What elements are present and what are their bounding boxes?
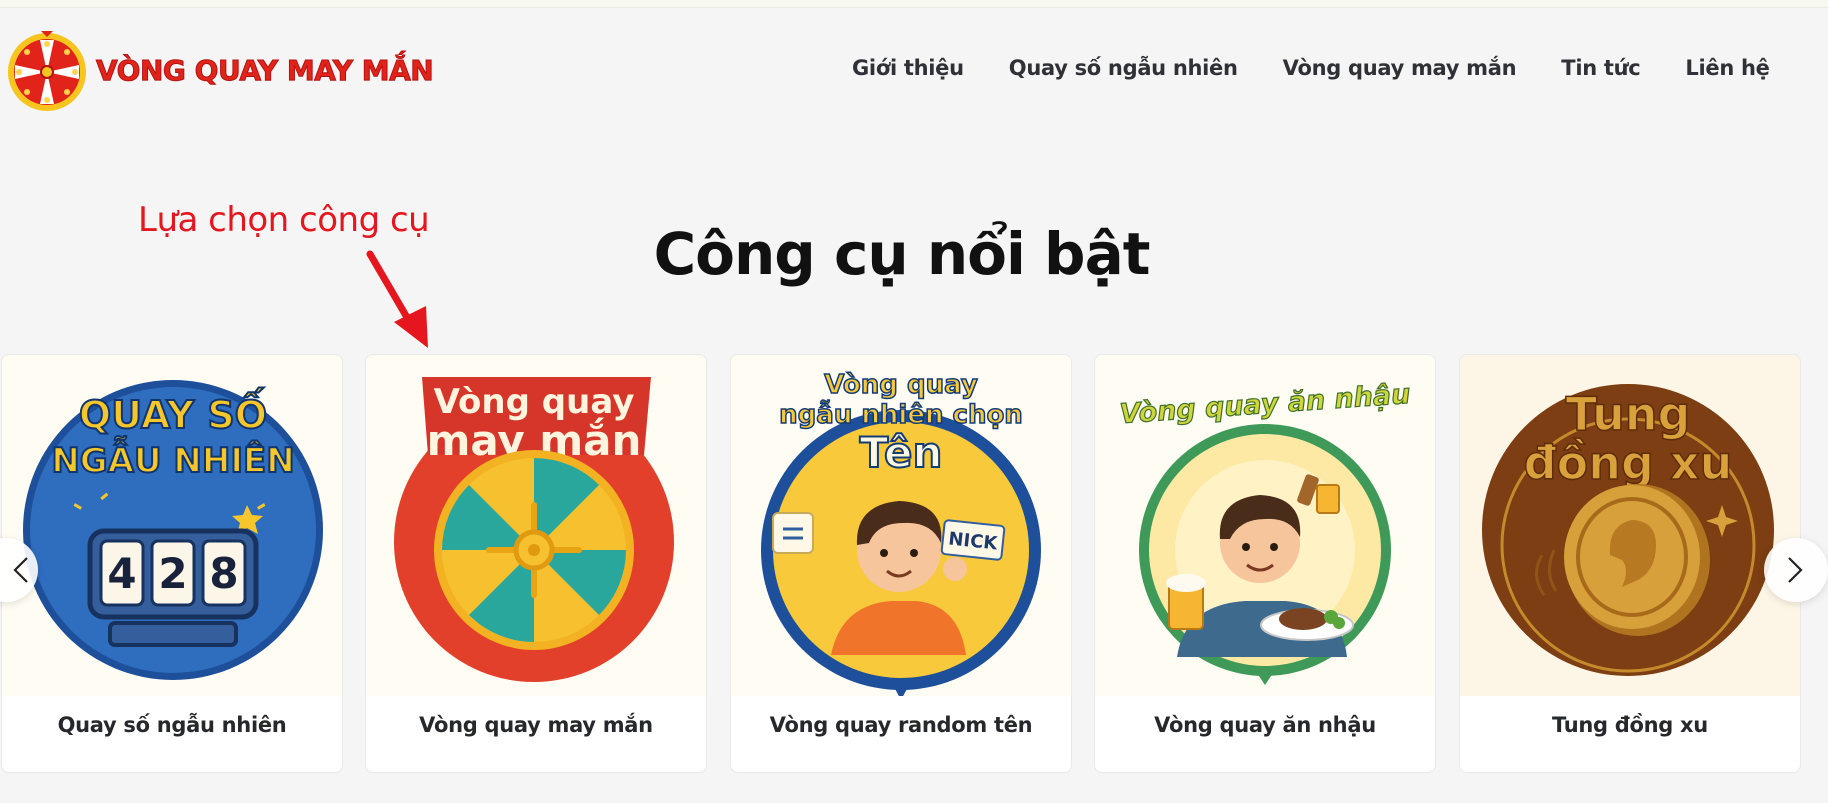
tool-card-an-nhau[interactable]: Vòng quay ăn nhậu Vòng quay ăn nhậu <box>1094 354 1436 773</box>
site-logo[interactable]: VÒNG QUAY MAY MẮN <box>6 27 434 113</box>
card-image-title-line-1: Vòng quay <box>824 370 978 400</box>
card-label: Tung đồng xu <box>1552 713 1708 737</box>
coin-icon: Tung đồng xu <box>1482 384 1774 676</box>
card-image: QUAY SỐ NGẪU NHIÊN 4 2 8 <box>2 355 342 696</box>
card-image-title-line-2: NGẪU NHIÊN <box>51 436 294 481</box>
boy-name-tag-icon: Vòng quay ngẫu nhiên chọn Tên NICK <box>761 369 1041 696</box>
slot-digit-1: 4 <box>107 549 136 598</box>
card-label: Vòng quay random tên <box>769 713 1033 737</box>
nav-item-vong-quay[interactable]: Vòng quay may mắn <box>1283 56 1517 80</box>
slot-digit-3: 8 <box>209 549 238 598</box>
card-image-title-line-1: Tung <box>1566 387 1691 441</box>
nav-item-lien-he[interactable]: Liên hệ <box>1685 56 1769 80</box>
slot-machine-icon: QUAY SỐ NGẪU NHIÊN 4 2 8 <box>23 380 323 680</box>
top-border <box>0 0 1828 8</box>
chevron-right-icon <box>1788 557 1803 583</box>
tool-card-quay-so[interactable]: QUAY SỐ NGẪU NHIÊN 4 2 8 Quay số ngẫu nh… <box>1 354 343 773</box>
card-label: Quay số ngẫu nhiên <box>57 713 287 737</box>
card-image: Vòng quay may mắn <box>366 355 706 696</box>
card-image-title-line-2: ngẫu nhiên chọn <box>779 399 1023 430</box>
tool-card-tung-dong-xu[interactable]: Tung đồng xu Tung đồng xu <box>1459 354 1801 773</box>
wheel-logo-icon <box>8 31 86 111</box>
card-label: Vòng quay may mắn <box>419 713 653 737</box>
main-nav: Giới thiệu Quay số ngẫu nhiên Vòng quay … <box>852 56 1770 80</box>
tool-card-random-ten[interactable]: Vòng quay ngẫu nhiên chọn Tên NICK Vòng … <box>730 354 1072 773</box>
nav-item-gioi-thieu[interactable]: Giới thiệu <box>852 56 964 80</box>
logo-text: VÒNG QUAY MAY MẮN <box>95 53 434 87</box>
lucky-wheel-icon: Vòng quay may mắn <box>394 377 674 682</box>
carousel-next-button[interactable] <box>1764 538 1828 602</box>
card-image-title-line-1: Vòng quay ăn nhậu <box>1119 379 1412 430</box>
card-label: Vòng quay ăn nhậu <box>1154 713 1376 737</box>
card-image-title-line-3: Tên <box>860 428 943 477</box>
boy-beer-icon: Vòng quay ăn nhậu <box>1118 378 1412 685</box>
card-image: Tung đồng xu <box>1460 355 1800 696</box>
nav-item-quay-so[interactable]: Quay số ngẫu nhiên <box>1009 56 1238 80</box>
nav-item-tin-tuc[interactable]: Tin tức <box>1561 56 1640 80</box>
chevron-left-icon <box>13 557 28 583</box>
slot-digit-2: 2 <box>158 549 187 598</box>
card-image: Vòng quay ngẫu nhiên chọn Tên NICK <box>731 355 1071 696</box>
card-image-title-line-2: đồng xu <box>1524 436 1733 490</box>
card-image-title-line-1: QUAY SỐ <box>79 388 267 437</box>
card-image: Vòng quay ăn nhậu <box>1095 355 1435 696</box>
tool-card-vong-quay-may-man[interactable]: Vòng quay may mắn Vòng quay may mắn <box>365 354 707 773</box>
section-title: Công cụ nổi bật <box>653 220 1151 288</box>
